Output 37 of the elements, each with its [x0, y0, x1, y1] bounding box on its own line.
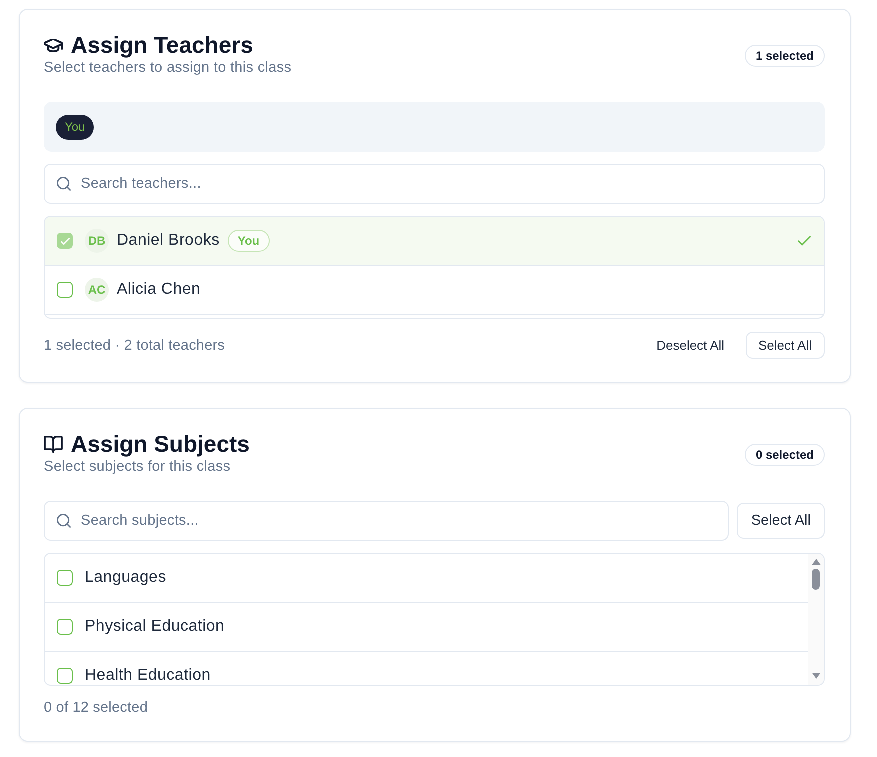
subject-name: Health Education: [85, 666, 211, 685]
checkbox[interactable]: [57, 619, 73, 635]
initials-avatar: AC: [85, 278, 109, 302]
checkbox[interactable]: [57, 570, 73, 586]
initials-avatar: DB: [85, 229, 109, 253]
selected-count-badge: 0 selected: [744, 444, 825, 466]
card-title: Assign Subjects: [71, 431, 250, 457]
deselect-all-button[interactable]: Deselect All: [648, 332, 734, 359]
subject-row[interactable]: Languages: [45, 554, 808, 603]
selection-summary: 0 of 12 selected: [44, 699, 148, 718]
current-user-tag: You: [228, 230, 270, 252]
check-icon: [798, 236, 811, 246]
scroll-up-arrow-icon[interactable]: [812, 559, 820, 565]
card-title: Assign Teachers: [71, 32, 254, 58]
check-icon: [60, 238, 70, 244]
checkbox[interactable]: [57, 668, 73, 684]
select-all-button[interactable]: Select All: [746, 332, 825, 359]
teacher-chip[interactable]: You: [56, 114, 94, 140]
card-subtitle: Select subjects for this class: [44, 458, 232, 477]
subject-row[interactable]: Physical Education: [45, 603, 808, 652]
selection-summary: 1 selected · 2 total teachers: [44, 336, 226, 356]
graduation-cap-icon: [44, 38, 63, 52]
search-icon: [57, 177, 71, 191]
select-all-button[interactable]: Select All: [737, 503, 825, 539]
teacher-name: Daniel Brooks: [117, 231, 220, 251]
scrollbar-thumb[interactable]: [812, 569, 820, 590]
selected-count-badge: 1 selected: [744, 45, 825, 67]
card-subtitle: Select teachers to assign to this class: [44, 59, 292, 78]
subject-name: Physical Education: [85, 617, 225, 637]
search-field[interactable]: Search teachers...: [44, 164, 825, 204]
checkbox[interactable]: [57, 282, 73, 298]
subject-name: Languages: [85, 568, 166, 588]
search-icon: [57, 514, 71, 528]
open-book-icon: [44, 436, 63, 452]
teacher-name: Alicia Chen: [117, 280, 201, 300]
scroll-down-arrow-icon[interactable]: [812, 673, 820, 679]
search-field[interactable]: Search subjects...: [44, 501, 730, 541]
